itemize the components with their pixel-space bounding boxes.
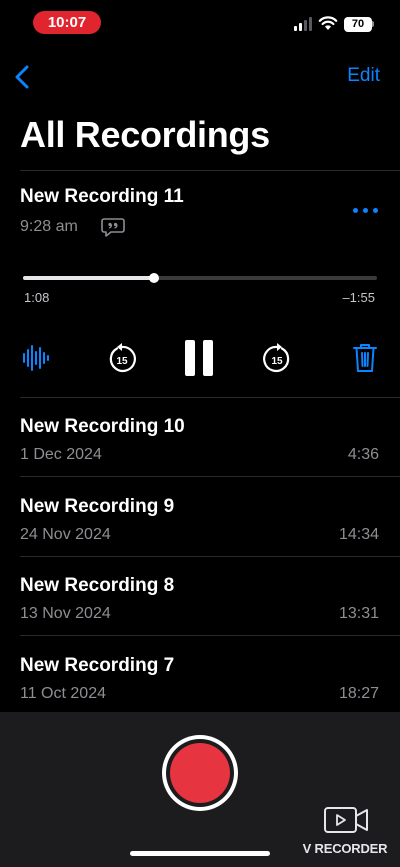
row-divider	[20, 635, 400, 636]
divider	[20, 170, 400, 171]
page-title: All Recordings	[20, 114, 270, 155]
status-bar: 10:07 70	[0, 0, 400, 46]
cellular-signal-icon	[294, 17, 314, 31]
recording-title: New Recording 10	[20, 416, 185, 437]
status-time: 10:07	[33, 11, 101, 34]
battery-tip	[372, 21, 374, 27]
battery-indicator: 70	[344, 17, 372, 32]
recording-row[interactable]: New Recording 8 13 Nov 2024 13:31	[0, 557, 400, 636]
record-button[interactable]	[162, 735, 238, 811]
pause-icon[interactable]	[185, 340, 215, 376]
recording-date: 24 Nov 2024	[20, 526, 111, 543]
expanded-recording-title[interactable]: New Recording 11	[20, 186, 184, 208]
remaining-time: –1:55	[342, 290, 375, 305]
video-camera-icon	[324, 807, 368, 833]
transcript-quote-icon[interactable]	[101, 217, 125, 237]
recording-title: New Recording 8	[20, 575, 175, 596]
expanded-recording-time: 9:28 am	[20, 218, 78, 235]
recording-date: 13 Nov 2024	[20, 605, 111, 622]
ellipsis-icon[interactable]	[352, 203, 380, 217]
playback-scrubber[interactable]	[23, 273, 377, 283]
wifi-icon	[318, 16, 338, 30]
recording-row[interactable]: New Recording 7 11 Oct 2024 18:27	[0, 637, 400, 716]
skip-forward-15-icon[interactable]: 15	[261, 342, 293, 376]
home-indicator[interactable]	[130, 851, 270, 856]
watermark-label: V RECORDER	[302, 841, 388, 856]
chevron-left-icon[interactable]	[12, 64, 34, 90]
waveform-icon[interactable]	[21, 343, 51, 373]
app-watermark: V RECORDER	[302, 806, 388, 858]
recording-title: New Recording 7	[20, 655, 175, 676]
recording-date: 11 Oct 2024	[20, 685, 106, 702]
recording-duration: 13:31	[338, 605, 379, 622]
recording-row[interactable]: New Recording 9 24 Nov 2024 14:34	[0, 478, 400, 557]
edit-button[interactable]: Edit	[347, 65, 380, 87]
recording-date: 1 Dec 2024	[20, 446, 102, 463]
skip-forward-label: 15	[271, 356, 283, 367]
row-divider	[20, 476, 400, 477]
skip-back-label: 15	[116, 356, 128, 367]
recording-title: New Recording 9	[20, 496, 175, 517]
elapsed-time: 1:08	[24, 290, 50, 305]
scrubber-progress	[23, 276, 154, 280]
record-icon	[170, 743, 230, 803]
recording-duration: 4:36	[347, 446, 379, 463]
scrubber-handle[interactable]	[148, 273, 159, 283]
recording-duration: 14:34	[338, 526, 379, 543]
trash-icon[interactable]	[352, 342, 378, 374]
skip-back-15-icon[interactable]: 15	[106, 342, 138, 376]
recording-row[interactable]: New Recording 10 1 Dec 2024 4:36	[0, 398, 400, 477]
recording-duration: 18:27	[338, 685, 379, 702]
